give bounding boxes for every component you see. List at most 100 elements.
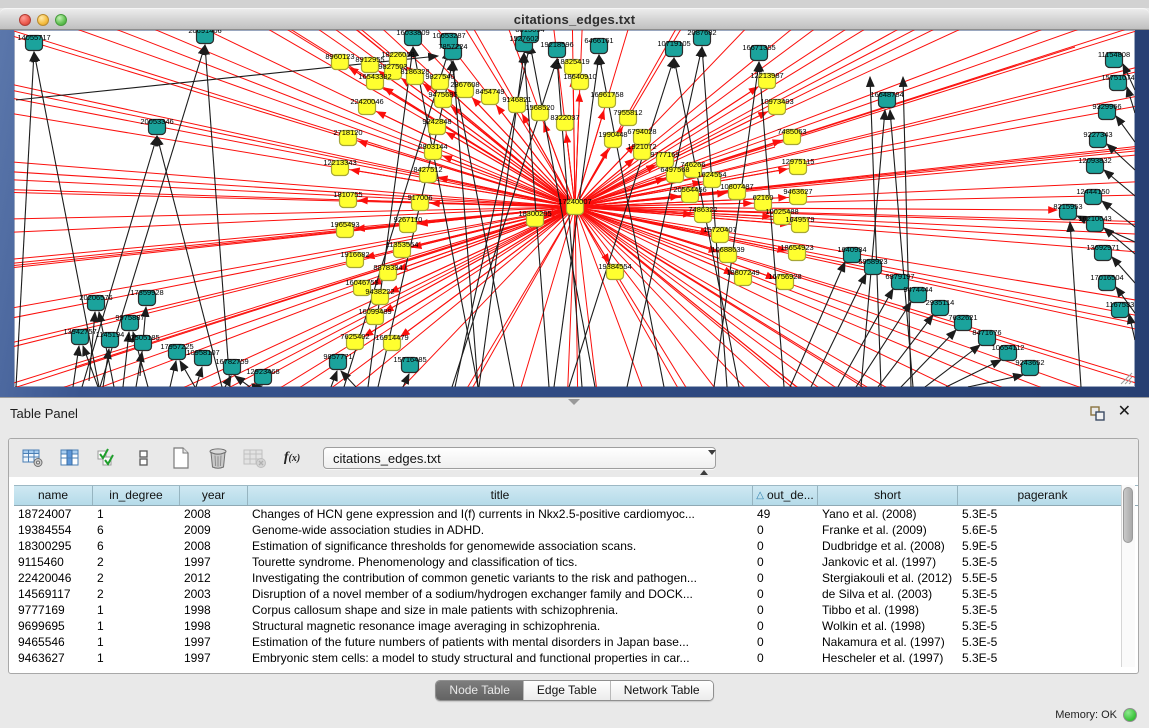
graph-node-label: 20206576 (79, 293, 112, 302)
tab-node-table[interactable]: Node Table (436, 681, 523, 700)
graph-node-label: 5958923 (858, 257, 887, 266)
graph-node-label: 6879197 (885, 272, 914, 281)
table-cell: de Silva et al. (2003) (818, 586, 958, 602)
graph-node-label: 11154808 (1098, 50, 1130, 59)
table-cell: 1998 (180, 602, 248, 618)
network-canvas[interactable]: 1405571720691406160338097857224106532871… (14, 30, 1135, 387)
table-row[interactable]: 946554611997Estimation of the future num… (14, 634, 1139, 650)
scrollbar-thumb[interactable] (1123, 487, 1133, 543)
show-columns-button[interactable] (58, 447, 82, 469)
citation-network-graph[interactable]: 1405571720691406160338097857224106532871… (14, 30, 1135, 387)
graph-node-label: 6466161 (584, 36, 613, 45)
citation-edge-black (196, 367, 202, 387)
column-header-out_de[interactable]: △out_de... (753, 486, 818, 505)
citation-edge-black (403, 374, 409, 387)
table-row[interactable]: 977716911998Corpus callosum shape and si… (14, 602, 1139, 618)
canvas-resize-grip[interactable] (1117, 369, 1133, 385)
graph-node-label: 2935114 (926, 298, 955, 307)
citation-edge-black (180, 361, 195, 387)
graph-node-label: 2803144 (418, 142, 447, 151)
create-column-button[interactable] (169, 447, 193, 469)
table-row[interactable]: 1938455462009Genome-wide association stu… (14, 522, 1139, 538)
table-cell: 1 (93, 650, 180, 666)
graph-node-label: 8471676 (972, 328, 1001, 337)
tab-network-table[interactable]: Network Table (610, 681, 713, 700)
function-builder-button[interactable]: f(x) (280, 447, 304, 469)
table-row[interactable]: 2242004622012Investigating the contribut… (14, 570, 1139, 586)
table-cell: 5.3E-5 (958, 506, 1128, 522)
graph-node-label: 18640910 (563, 72, 596, 81)
select-rows-button[interactable] (132, 447, 156, 469)
table-cell: 6 (93, 538, 180, 554)
table-cell: Disruption of a novel member of a sodium… (248, 586, 753, 602)
column-header-in_degree[interactable]: in_degree (93, 486, 180, 505)
table-cell: 0 (753, 602, 818, 618)
table-cell: 0 (753, 554, 818, 570)
graph-node-label: 18807249 (726, 268, 759, 277)
delete-column-button[interactable] (206, 447, 230, 469)
table-row[interactable]: 946362711997Embryonic stem cells: a mode… (14, 650, 1139, 666)
citation-edge-black (925, 345, 980, 387)
graph-node-label: 19218596 (540, 40, 573, 49)
network-table-selector[interactable]: citations_edges.txt (323, 447, 716, 469)
table-row[interactable]: 969969511998Structural magnetic resonanc… (14, 618, 1139, 634)
table-row[interactable]: 1872400712008Changes of HCN gene express… (14, 506, 1139, 522)
column-header-year[interactable]: year (180, 486, 248, 505)
network-window-titlebar[interactable]: citations_edges.txt (0, 8, 1149, 30)
table-header-row: namein_degreeyeartitle△out_de...shortpag… (14, 485, 1139, 506)
table-cell: 2008 (180, 538, 248, 554)
column-header-title[interactable]: title (248, 486, 753, 505)
graph-node-label: 8454749 (475, 87, 504, 96)
column-header-short[interactable]: short (818, 486, 958, 505)
table-cell: 9777169 (14, 602, 93, 618)
graph-node-label: 18654923 (780, 243, 813, 252)
graph-node-label: 10719105 (657, 39, 690, 48)
graph-node-label: 9267110 (394, 215, 423, 224)
close-panel-icon[interactable]: ✕ (1118, 404, 1131, 420)
graph-node-label: 9243652 (1015, 358, 1044, 367)
table-cell: 5.3E-5 (958, 554, 1128, 570)
graph-node-label: 13942757 (63, 327, 96, 336)
table-cell: Nakamura et al. (1997) (818, 634, 958, 650)
tab-edge-table[interactable]: Edge Table (523, 681, 610, 700)
column-header-pagerank[interactable]: pagerank (958, 486, 1128, 505)
table-cell: 1998 (180, 618, 248, 634)
table-panel-title: Table Panel (10, 406, 78, 421)
graph-node-label: 18325419 (556, 57, 589, 66)
table-settings-button[interactable] (21, 447, 45, 469)
select-stepper-icon (700, 452, 709, 466)
delete-table-button[interactable] (243, 447, 267, 469)
column-header-name[interactable]: name (14, 486, 93, 505)
new-document-icon (170, 447, 192, 469)
table-cell: Stergiakouli et al. (2012) (818, 570, 958, 586)
graph-node-label: 15716485 (393, 355, 426, 364)
memory-status-indicator[interactable] (1123, 708, 1137, 722)
graph-node-label: 2718120 (333, 128, 362, 137)
graph-node-label: 10688639 (711, 245, 744, 254)
citation-edge-black (1116, 116, 1135, 142)
graph-node-label: 9329966 (1092, 102, 1121, 111)
float-panel-icon[interactable] (1090, 406, 1105, 421)
graph-node-label: 10958107 (186, 348, 219, 357)
graph-node-label: 8322037 (550, 113, 579, 122)
graph-node-label: 8960123 (325, 52, 354, 61)
select-all-button[interactable] (95, 447, 119, 469)
graph-node-label: 9474444 (903, 285, 932, 294)
table-row[interactable]: 1830029562008Estimation of significance … (14, 538, 1139, 554)
table-cell: 49 (753, 506, 818, 522)
table-cell: 2008 (180, 506, 248, 522)
graph-node-label: 13692971 (1086, 243, 1119, 252)
table-cell: Changes of HCN gene expression and I(f) … (248, 506, 753, 522)
table-row[interactable]: 911546021997Tourette syndrome. Phenomeno… (14, 554, 1139, 570)
table-vertical-scrollbar[interactable] (1121, 485, 1135, 667)
table-cell: 5.3E-5 (958, 602, 1128, 618)
table-cell: 2 (93, 554, 180, 570)
graph-node-label: 9438222 (365, 287, 394, 296)
graph-node-label: 9857771 (323, 352, 352, 361)
graph-node-label: 917006 (407, 193, 432, 202)
graph-node-label: 8215953 (1053, 202, 1082, 211)
graph-node-label: 18226058 (381, 50, 414, 59)
table-row[interactable]: 1456911722003Disruption of a novel membe… (14, 586, 1139, 602)
graph-node-label: 16914479 (375, 333, 408, 342)
graph-node-label: 7857224 (438, 42, 467, 51)
